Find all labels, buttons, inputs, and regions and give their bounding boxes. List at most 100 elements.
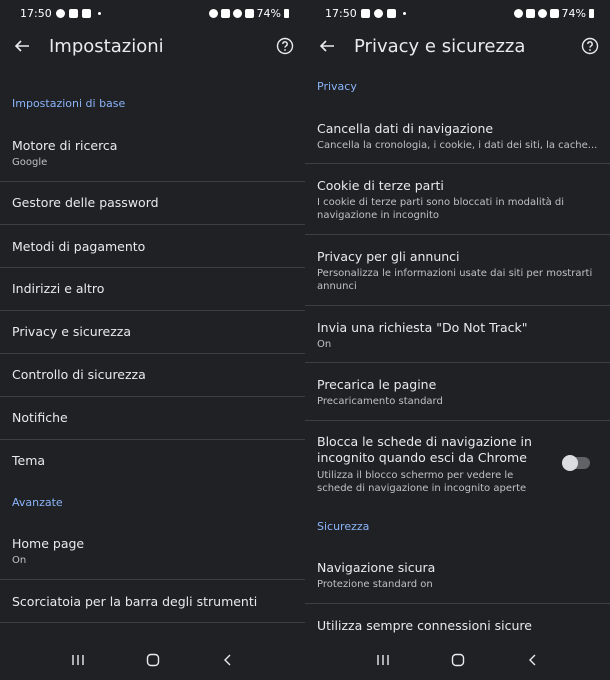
back-nav-button[interactable] <box>213 645 243 675</box>
divider <box>0 439 305 440</box>
item-clear-browsing-data[interactable]: Cancella dati di navigazione Cancella la… <box>305 121 610 152</box>
settings-screen: 17:50 74% Impostazioni Impostazioni di b… <box>0 0 305 680</box>
gallery-icon <box>360 8 370 18</box>
system-navigation-bar <box>0 640 305 680</box>
app-bar: Impostazioni <box>0 26 305 66</box>
item-privacy-security[interactable]: Privacy e sicurezza <box>0 324 305 339</box>
item-payment-methods[interactable]: Metodi di pagamento <box>0 239 305 254</box>
alarm-icon <box>525 8 535 18</box>
item-summary: Protezione standard on <box>317 579 433 590</box>
divider <box>305 420 610 421</box>
privacy-settings-list: Privacy Cancella dati di navigazione Can… <box>305 66 610 640</box>
item-password-manager[interactable]: Gestore delle password <box>0 195 305 210</box>
item-summary: On <box>317 339 332 350</box>
lock-incognito-toggle[interactable] <box>562 455 590 471</box>
divider <box>0 396 305 397</box>
help-icon <box>276 37 294 55</box>
status-time: 17:50 <box>20 6 52 20</box>
arrow-back-icon <box>319 40 334 52</box>
back-nav-button[interactable] <box>518 645 548 675</box>
item-title: Cancella dati di navigazione <box>317 121 494 136</box>
home-button[interactable] <box>138 645 168 675</box>
item-safety-check[interactable]: Controllo di sicurezza <box>0 367 305 382</box>
item-title: Tema <box>12 453 46 468</box>
link-icon <box>208 8 218 18</box>
item-secure-connections[interactable]: Utilizza sempre connessioni sicure <box>305 618 610 633</box>
item-notifications[interactable]: Notifiche <box>0 410 305 425</box>
item-summary: On <box>12 555 27 566</box>
divider <box>0 579 305 580</box>
status-bar: 17:50 74% <box>0 0 305 26</box>
wifi-icon <box>537 8 547 18</box>
send-icon <box>386 8 396 18</box>
divider <box>0 353 305 354</box>
item-safe-browsing[interactable]: Navigazione sicura Protezione standard o… <box>305 560 610 591</box>
item-title: Invia una richiesta "Do Not Track" <box>317 320 528 335</box>
send-icon <box>68 8 78 18</box>
more-notifications-icon <box>402 11 406 15</box>
help-button[interactable] <box>578 34 602 58</box>
item-title: Notifiche <box>12 410 68 425</box>
settings-list: Impostazioni di base Motore di ricerca G… <box>0 66 305 640</box>
home-button[interactable] <box>443 645 473 675</box>
item-home-page[interactable]: Home page On <box>0 536 305 567</box>
item-title: Gestore delle password <box>12 195 159 210</box>
item-addresses[interactable]: Indirizzi e altro <box>0 281 305 296</box>
page-title: Privacy e sicurezza <box>354 35 526 57</box>
section-header-basic: Impostazioni di base <box>12 97 126 110</box>
divider <box>0 224 305 225</box>
divider <box>305 163 610 164</box>
divider <box>0 267 305 268</box>
arrow-back-icon <box>14 40 29 52</box>
item-title: Utilizza sempre connessioni sicure <box>317 618 532 633</box>
item-search-engine[interactable]: Motore di ricerca Google <box>0 138 305 169</box>
recents-button[interactable] <box>368 645 398 675</box>
help-button[interactable] <box>273 34 297 58</box>
item-title: Cookie di terze parti <box>317 178 444 193</box>
recents-icon <box>376 655 389 665</box>
alarm-icon <box>220 8 230 18</box>
item-summary: Personalizza le informazioni usate dai s… <box>317 268 593 292</box>
item-title: Scorciatoia per la barra degli strumenti <box>12 594 258 609</box>
battery-percent: 74% <box>561 6 586 20</box>
link-icon <box>513 8 523 18</box>
gallery-icon <box>81 8 91 18</box>
back-button[interactable] <box>305 26 349 66</box>
status-time: 17:50 <box>325 6 357 20</box>
item-title: Precarica le pagine <box>317 377 437 392</box>
home-icon <box>146 653 159 667</box>
section-header-privacy: Privacy <box>317 80 357 93</box>
item-title: Motore di ricerca <box>12 138 118 153</box>
page-title: Impostazioni <box>49 35 164 57</box>
back-button[interactable] <box>0 26 44 66</box>
status-bar: 17:50 74% <box>305 0 610 26</box>
item-ad-privacy[interactable]: Privacy per gli annunci Personalizza le … <box>305 249 610 293</box>
divider <box>305 305 610 306</box>
item-title: Indirizzi e altro <box>12 281 105 296</box>
battery-icon <box>284 8 289 18</box>
wifi-icon <box>232 8 242 18</box>
recents-button[interactable] <box>63 645 93 675</box>
toggle-knob <box>562 455 578 471</box>
battery-percent: 74% <box>256 6 281 20</box>
item-title: Privacy e sicurezza <box>12 324 132 339</box>
recents-icon <box>71 655 84 665</box>
item-toolbar-shortcut[interactable]: Scorciatoia per la barra degli strumenti <box>0 594 305 609</box>
item-preload-pages[interactable]: Precarica le pagine Precaricamento stand… <box>305 377 610 408</box>
section-header-advanced: Avanzate <box>12 496 63 509</box>
item-do-not-track[interactable]: Invia una richiesta "Do Not Track" On <box>305 320 610 351</box>
item-title: Metodi di pagamento <box>12 239 146 254</box>
divider <box>0 310 305 311</box>
home-icon <box>451 653 464 667</box>
help-icon <box>581 37 599 55</box>
notification-icon <box>373 8 383 18</box>
more-notifications-icon <box>97 11 101 15</box>
item-title: Home page <box>12 536 85 551</box>
item-third-party-cookies[interactable]: Cookie di terze parti I cookie di terze … <box>305 178 610 222</box>
divider <box>305 362 610 363</box>
item-summary: Precaricamento standard <box>317 396 443 407</box>
item-theme[interactable]: Tema <box>0 453 305 468</box>
item-title: Controllo di sicurezza <box>12 367 146 382</box>
item-title: Navigazione sicura <box>317 560 436 575</box>
item-summary: Utilizza il blocco schermo per vedere le… <box>317 470 527 494</box>
